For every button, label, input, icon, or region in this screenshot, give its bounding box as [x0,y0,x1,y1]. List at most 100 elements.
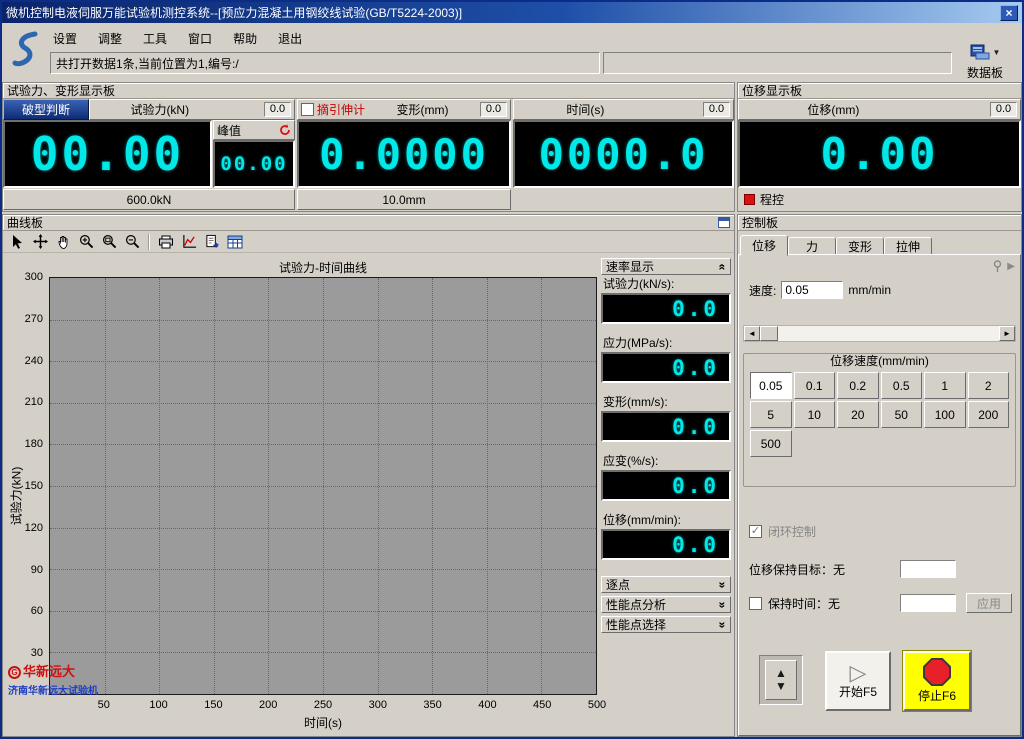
menu-item-tools[interactable]: 工具 [140,29,170,48]
rate-panel-header[interactable]: 速率显示 « [601,258,731,275]
section-point-by-point[interactable]: 逐点 » [601,576,731,593]
pan-tool-button[interactable] [30,233,50,251]
peak-reset-icon[interactable] [279,124,291,136]
rate-panel: 速率显示 « 试验力(kN/s): 0.0 应力(MPa/s): 0.0 变形(… [601,258,731,633]
y-tick-label: 270 [25,313,43,325]
speed-button-10[interactable]: 10 [794,401,836,428]
speed-button-500[interactable]: 500 [750,430,792,457]
vendor-logo-subtitle: 济南华新远大试验机 [8,686,98,698]
deform-display: 0.0000 [297,120,511,188]
tab-displacement[interactable]: 位移 [740,235,788,256]
print-button[interactable] [156,233,176,251]
data-grid-button[interactable] [225,233,245,251]
gridline [50,611,596,612]
zoom-in-tool-button[interactable] [76,233,96,251]
speed-input[interactable] [781,281,843,299]
menu-item-settings[interactable]: 设置 [50,29,80,48]
menu-item-window[interactable]: 窗口 [185,29,215,48]
start-button[interactable]: ▷ 开始F5 [825,651,891,711]
hand-tool-button[interactable] [53,233,73,251]
zoom-region-icon [102,234,117,249]
play-icon: ▷ [850,663,867,683]
speed-button-100[interactable]: 100 [924,401,966,428]
peak-label: 峰值 [217,122,241,139]
y-tick-label: 120 [25,522,43,534]
tab-force[interactable]: 力 [788,237,836,255]
pointer-tool-button[interactable] [7,233,27,251]
zoom-region-tool-button[interactable] [99,233,119,251]
jog-up-down-button[interactable]: ▲ ▼ [765,660,797,700]
close-button[interactable]: × [1000,5,1018,21]
scrollbar-thumb[interactable] [760,326,778,341]
stop-octagon-icon [923,658,951,686]
menu-item-adjust[interactable]: 调整 [95,29,125,48]
speed-button-grid: 0.050.10.20.512 5102050100200 500 [750,372,1009,457]
curve-style-button[interactable] [179,233,199,251]
curve-panel-restore-icon[interactable] [718,217,730,228]
tab-deform[interactable]: 变形 [836,237,884,255]
rate-label-stress: 应力(MPa/s): [601,334,731,352]
extensometer-checkbox[interactable] [301,103,314,116]
extensometer-label: 摘引伸计 [317,101,365,118]
databoard-control[interactable]: ▼ 数据板 [954,42,1016,81]
rate-label-deform: 变形(mm/s): [601,393,731,411]
force-header-bar: 试验力(kN) 0.0 [89,99,295,120]
pin-icon[interactable] [992,260,1003,272]
x-axis-ticks: 50100150200250300350400450500 [49,699,597,712]
time-display: 0000.0 [513,120,734,188]
speed-button-20[interactable]: 20 [837,401,879,428]
x-tick-label: 300 [369,699,387,711]
section-performance-select[interactable]: 性能点选择 » [601,616,731,633]
chart-title: 试验力-时间曲线 [49,259,597,276]
section-performance-analysis[interactable]: 性能点分析 » [601,596,731,613]
scrollbar-right-arrow[interactable]: ► [999,326,1015,341]
menu-item-exit[interactable]: 退出 [275,29,305,48]
speed-button-0.2[interactable]: 0.2 [837,372,879,399]
speed-unit: mm/min [848,283,891,297]
displacement-panel-title: 位移显示板 [738,83,1021,99]
speed-button-0.05[interactable]: 0.05 [750,372,792,399]
export-button[interactable] [202,233,222,251]
apply-button[interactable]: 应用 [966,593,1012,613]
stop-button[interactable]: 停止F6 [903,651,971,711]
expand-chevron-icon[interactable]: » [716,581,730,588]
y-axis-ticks: 306090120150180210240270300 [3,277,46,695]
data-status-field: 共打开数据1条,当前位置为1,编号:/ [50,52,600,74]
expand-arrow-icon[interactable]: ▶ [1007,261,1015,272]
zoom-out-tool-button[interactable] [122,233,142,251]
rate-display-deform: 0.0 [601,411,731,442]
displacement-display: 0.00 [738,120,1021,188]
hold-time-checkbox[interactable] [749,597,762,610]
program-control-icon [744,194,755,205]
break-detect-button[interactable]: 破型判断 [3,99,89,120]
speed-button-200[interactable]: 200 [968,401,1010,428]
speed-button-0.5[interactable]: 0.5 [881,372,923,399]
menubar: 设置 调整 工具 窗口 帮助 退出 [50,29,305,47]
tab-tension[interactable]: 拉伸 [884,237,932,255]
closed-loop-row: ✓ 闭环控制 [749,523,816,540]
speed-button-0.1[interactable]: 0.1 [794,372,836,399]
databoard-icon [970,44,990,60]
speed-button-2[interactable]: 2 [968,372,1010,399]
plot-area[interactable] [49,277,597,695]
time-header-bar: 时间(s) 0.0 [513,99,734,120]
expand-chevron-icon[interactable]: » [716,601,730,608]
rate-display-stress: 0.0 [601,352,731,383]
rate-display-force: 0.0 [601,293,731,324]
databoard-dropdown-icon[interactable]: ▼ [993,48,1001,57]
print-icon [158,235,174,249]
expand-chevron-icon[interactable]: » [716,621,730,628]
speed-button-1[interactable]: 1 [924,372,966,399]
collapse-chevron-icon[interactable]: « [716,263,730,270]
closed-loop-checkbox[interactable]: ✓ [749,525,762,538]
hold-time-input[interactable] [900,594,956,612]
scrollbar-left-arrow[interactable]: ◄ [744,326,760,341]
control-panel: 控制板 位移 力 变形 拉伸 ▶ 速度: mm/min ◄ ► [737,214,1022,737]
program-control-indicator: 程控 [740,189,788,210]
menu-item-help[interactable]: 帮助 [230,29,260,48]
speed-scrollbar[interactable]: ◄ ► [743,325,1016,342]
speed-button-50[interactable]: 50 [881,401,923,428]
displacement-header-bar: 位移(mm) 0.0 [738,99,1021,120]
speed-button-5[interactable]: 5 [750,401,792,428]
hold-target-input[interactable] [900,560,956,578]
